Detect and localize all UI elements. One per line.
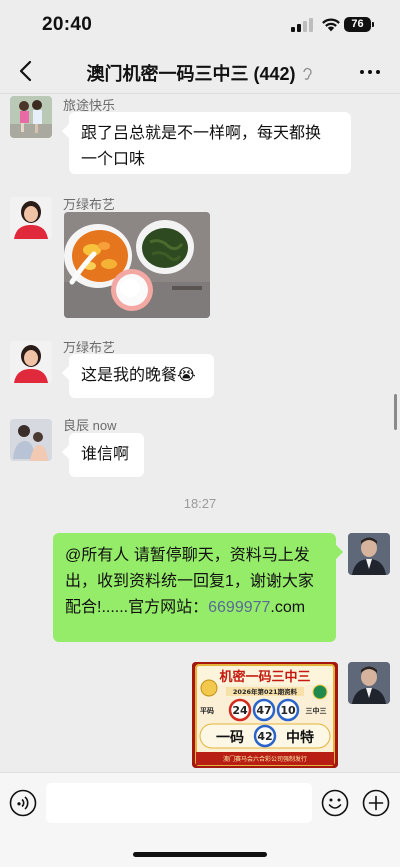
status-bar: 20:40 76 bbox=[0, 0, 400, 50]
poster-number: 24 bbox=[232, 704, 248, 717]
poster-yima: 一码 bbox=[216, 730, 244, 746]
message-timestamp: 18:27 bbox=[183, 496, 217, 511]
emoji-icon[interactable] bbox=[321, 789, 349, 817]
avatar[interactable] bbox=[10, 341, 52, 383]
poster-footer: 澳门赛马会六合彩公司强制发行 bbox=[223, 755, 307, 763]
message-text: 跟了吕总就是不一样啊，每天都换 bbox=[81, 125, 322, 142]
message-text: 一个口味 bbox=[81, 151, 146, 168]
avatar[interactable] bbox=[10, 419, 52, 461]
chat-title-text: 澳门机密一码三中三 (442) bbox=[86, 64, 296, 84]
message-input[interactable] bbox=[46, 783, 312, 823]
poster-issue: 2026年第021期资料 bbox=[233, 687, 298, 696]
chat-header: 澳门机密一码三中三 (442) bbox=[0, 50, 400, 94]
signal-icon bbox=[291, 18, 313, 32]
poster-number: 10 bbox=[280, 704, 296, 717]
poster-zhongte: 中特 bbox=[286, 729, 314, 746]
ear-icon bbox=[302, 68, 312, 80]
sender-name: 良辰 now bbox=[63, 418, 117, 433]
message-text: 出，收到资料统一回复1，谢谢大家 bbox=[65, 573, 314, 590]
my-avatar[interactable] bbox=[348, 662, 390, 704]
message-bubble[interactable]: 跟了吕总就是不一样啊，每天都换 一个口味 bbox=[69, 112, 351, 174]
chat-title: 澳门机密一码三中三 (442) bbox=[60, 60, 340, 86]
poster-label-right: 三中三 bbox=[306, 706, 327, 715]
sender-name: 万绿布艺 bbox=[63, 197, 116, 212]
message-text: 配合!......官方网站： bbox=[65, 599, 209, 616]
home-indicator bbox=[133, 852, 267, 857]
crying-emoji: 😭 bbox=[177, 367, 196, 384]
status-time: 20:40 bbox=[42, 14, 93, 35]
add-icon[interactable] bbox=[362, 789, 390, 817]
voice-icon[interactable] bbox=[9, 789, 37, 817]
poster-title: 机密一码三中三 bbox=[219, 669, 310, 685]
avatar[interactable] bbox=[10, 96, 52, 138]
message-bubble[interactable]: 这是我的晚餐😭 bbox=[69, 354, 214, 398]
message-bubble-outgoing[interactable]: @所有人 请暂停聊天，资料马上发 出，收到资料统一回复1，谢谢大家 配合!...… bbox=[53, 533, 336, 642]
message-text-line: 配合!......官方网站：6699977.com bbox=[65, 595, 324, 621]
lottery-poster-image[interactable]: 机密一码三中三 2026年第021期资料 平码 24 47 10 三中三 一码 … bbox=[192, 662, 338, 768]
website-link[interactable]: 6699977 bbox=[208, 599, 270, 616]
poster-number: 47 bbox=[256, 704, 271, 717]
battery-indicator: 76 bbox=[344, 17, 374, 32]
avatar[interactable] bbox=[10, 197, 52, 239]
more-dots-icon[interactable] bbox=[358, 60, 382, 84]
message-text: @所有人 请暂停聊天，资料马上发 bbox=[65, 547, 310, 564]
food-photo[interactable] bbox=[64, 212, 210, 318]
message-text: .com bbox=[270, 599, 306, 616]
scrollbar[interactable] bbox=[394, 394, 397, 430]
message-text: 这是我的晚餐 bbox=[81, 367, 178, 384]
poster-label-left: 平码 bbox=[200, 707, 214, 715]
message-bubble[interactable]: 谁信啊 bbox=[69, 433, 144, 477]
header-divider bbox=[0, 93, 400, 94]
my-avatar[interactable] bbox=[348, 533, 390, 575]
message-text: 谁信啊 bbox=[81, 446, 130, 463]
wifi-icon bbox=[322, 18, 340, 32]
chevron-left-icon[interactable] bbox=[14, 58, 40, 84]
poster-special-number: 42 bbox=[257, 730, 272, 743]
